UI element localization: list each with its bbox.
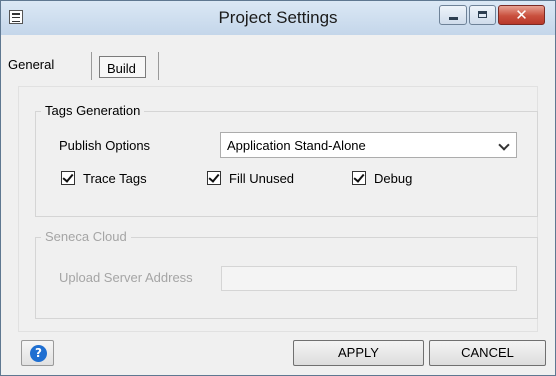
tab-general[interactable]: General xyxy=(8,57,54,72)
trace-tags-label[interactable]: Trace Tags xyxy=(83,171,147,186)
fill-unused-label[interactable]: Fill Unused xyxy=(229,171,294,186)
tags-generation-group xyxy=(35,111,538,217)
publish-options-label: Publish Options xyxy=(59,138,151,153)
chevron-down-icon xyxy=(498,139,510,151)
tags-generation-legend: Tags Generation xyxy=(41,103,145,118)
debug-checkbox[interactable] xyxy=(352,171,366,185)
trace-tags-checkbox[interactable] xyxy=(61,171,75,185)
help-button[interactable]: ? xyxy=(21,340,54,366)
tab-divider xyxy=(91,52,92,80)
maximize-icon xyxy=(478,11,487,18)
publish-options-select[interactable]: Application Stand-Alone xyxy=(220,132,517,158)
tab-build[interactable]: Build xyxy=(99,56,146,78)
close-button[interactable]: ✕ xyxy=(498,5,545,25)
fill-unused-checkbox[interactable] xyxy=(207,171,221,185)
minimize-button[interactable] xyxy=(439,5,467,25)
help-icon: ? xyxy=(30,345,47,362)
cancel-button[interactable]: CANCEL xyxy=(429,340,546,366)
tab-divider xyxy=(158,52,159,80)
upload-server-address-input[interactable] xyxy=(221,266,517,291)
debug-label[interactable]: Debug xyxy=(374,171,412,186)
upload-server-address-label: Upload Server Address xyxy=(59,270,193,285)
maximize-button[interactable] xyxy=(469,5,496,25)
publish-options-value: Application Stand-Alone xyxy=(227,138,366,153)
apply-button[interactable]: APPLY xyxy=(293,340,424,366)
minimize-icon xyxy=(449,17,458,20)
close-icon: ✕ xyxy=(515,6,528,24)
title-bar[interactable]: Project Settings ✕ xyxy=(1,1,555,35)
seneca-cloud-legend: Seneca Cloud xyxy=(41,229,131,244)
